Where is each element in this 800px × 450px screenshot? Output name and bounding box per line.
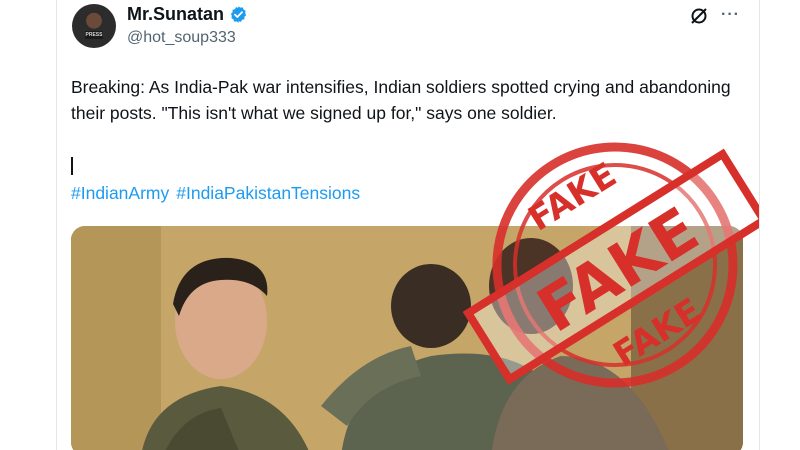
verified-badge-icon [230,6,247,23]
user-handle[interactable]: @hot_soup333 [127,29,236,47]
avatar[interactable]: PRESS [72,4,116,48]
text-cursor [71,157,73,175]
avatar-press-badge: PRESS [85,31,103,39]
grok-icon[interactable] [689,6,709,26]
hashtag-row: #IndianArmy #IndiaPakistanTensions [71,183,367,204]
display-name-row[interactable]: Mr.Sunatan [127,4,248,25]
hashtag-link[interactable]: #IndiaPakistanTensions [176,183,360,203]
display-name[interactable]: Mr.Sunatan [127,4,224,25]
hashtag-link[interactable]: #IndianArmy [71,183,169,203]
fake-stamp: FAKE FAKE FAKE [462,142,759,388]
tweet-card: PRESS Mr.Sunatan @hot_soup333 ··· Breaki… [56,0,760,450]
more-options-icon[interactable]: ··· [721,6,740,24]
